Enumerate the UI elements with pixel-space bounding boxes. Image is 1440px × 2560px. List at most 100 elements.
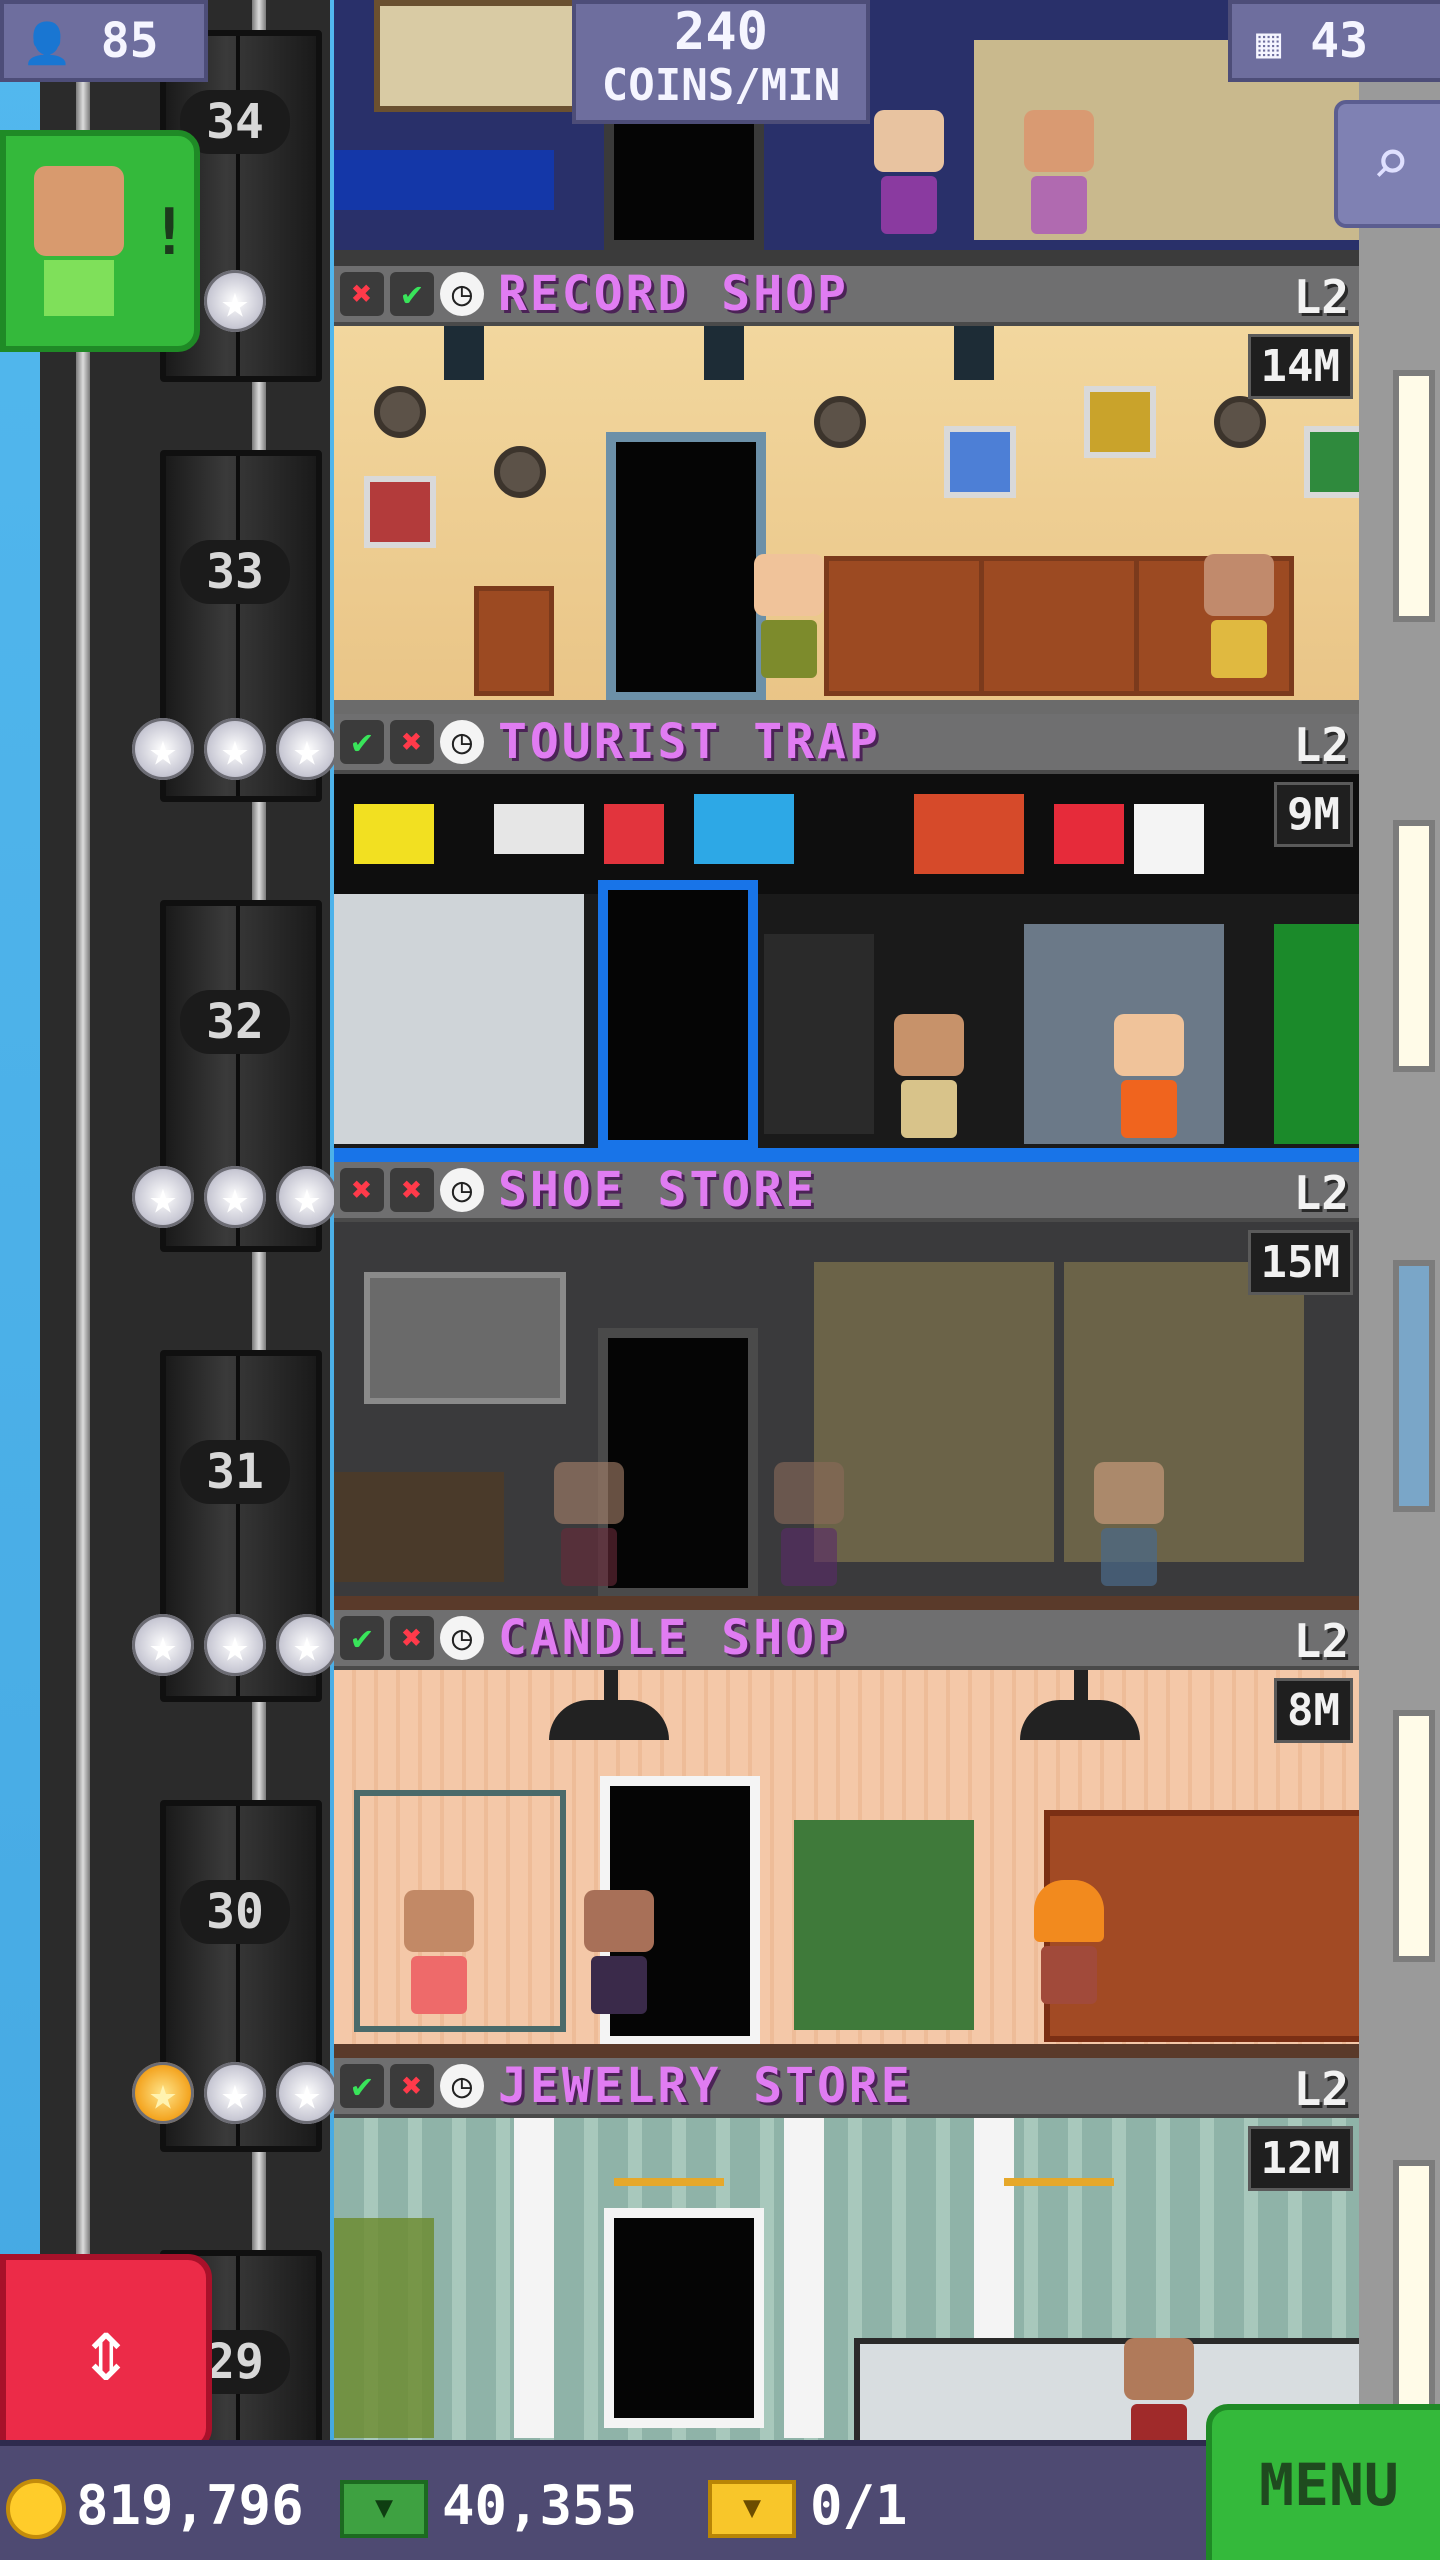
column	[784, 2118, 824, 2438]
arcade-machine	[764, 934, 874, 1134]
bitizen[interactable]	[404, 1890, 474, 2020]
shop-room	[334, 2118, 1359, 2440]
clock-icon: ◷	[440, 720, 484, 764]
floor-earnings: 14M	[1247, 334, 1353, 399]
up-down-arrows-icon: ⇕	[79, 2298, 133, 2401]
shop-level: L2	[1293, 270, 1349, 324]
stock-status: ✔ ✖ ◷	[340, 1616, 484, 1660]
star-icon: ★	[204, 718, 266, 780]
coins-value: 819,796	[76, 2474, 304, 2537]
star-icon: ★	[276, 2062, 338, 2124]
window	[1393, 2160, 1435, 2412]
bitizen[interactable]	[1124, 2338, 1194, 2440]
floor-number: 33	[180, 540, 290, 604]
gold-star-icon: ★	[132, 2062, 194, 2124]
bitizen[interactable]	[1114, 1014, 1184, 1144]
bitizen[interactable]	[554, 1462, 624, 1592]
building-grid-icon: ▦	[1256, 18, 1282, 67]
in-stock-icon: ✔	[340, 1616, 384, 1660]
window	[1393, 370, 1435, 622]
floor-number: 32	[180, 990, 290, 1054]
floor-number: 30	[180, 1880, 290, 1944]
floor-earnings: 15M	[1247, 1230, 1353, 1295]
floor-stars: ★ ★ ★	[132, 2062, 338, 2128]
star-icon: ★	[204, 1166, 266, 1228]
star-icon: ★	[204, 1614, 266, 1676]
window	[1393, 1710, 1435, 1962]
golden-ticket-icon: ▼	[708, 2480, 796, 2539]
coins-stat[interactable]: 819,796	[6, 2474, 304, 2540]
floor-record-shop[interactable]: ✖ ✔ ◷ RECORD SHOP L2 14M	[334, 266, 1359, 714]
star-icon: ★	[132, 718, 194, 780]
floor-stars: ★ ★ ★	[132, 1166, 338, 1232]
clock-icon: ◷	[440, 1168, 484, 1212]
stock-status: ✔ ✖ ◷	[340, 720, 484, 764]
floor-door	[598, 880, 758, 1150]
floor-header: ✔ ✖ ◷ JEWELRY STORE L2	[334, 2058, 1359, 2118]
shirt-rack	[1274, 924, 1359, 1144]
floors-counter[interactable]: ▦ 43	[1228, 0, 1440, 82]
shop-name: RECORD SHOP	[498, 266, 849, 322]
stock-status: ✔ ✖ ◷	[340, 2064, 484, 2108]
elevator-rail	[76, 0, 90, 2440]
wall-frame	[944, 426, 1016, 498]
window	[1393, 1260, 1435, 1512]
bitizen[interactable]	[894, 1014, 964, 1144]
stock-status: ✖ ✖ ◷	[340, 1168, 484, 1212]
tickets-stat[interactable]: ▼ 0/1	[708, 2474, 908, 2539]
population-counter[interactable]: 👤 85	[0, 0, 208, 82]
bitizen[interactable]	[1024, 110, 1094, 240]
elevator-shaft[interactable]: 34 33 32 31 30 29 ★ ★ ★ ★ ★ ★ ★ ★ ★ ★ ★ …	[40, 0, 338, 2560]
out-of-stock-icon: ✖	[340, 1168, 384, 1212]
star-icon: ★	[276, 1166, 338, 1228]
record-rack	[979, 556, 1139, 696]
wall-frame	[364, 476, 436, 548]
shop-room	[334, 326, 1359, 714]
bux-value: 40,355	[442, 2474, 638, 2537]
shop-level: L2	[1293, 2062, 1349, 2116]
shoe-wall	[814, 1262, 1054, 1562]
shop-name: JEWELRY STORE	[498, 2058, 913, 2114]
person-icon: 👤	[22, 21, 72, 67]
bitizen[interactable]	[1204, 554, 1274, 684]
floor-jewelry-store[interactable]: ✔ ✖ ◷ JEWELRY STORE L2 12M	[334, 2058, 1359, 2440]
window	[1393, 820, 1435, 1072]
floor-shoe-store[interactable]: ✖ ✖ ◷ SHOE STORE L2 15M	[334, 1162, 1359, 1610]
elevator-button[interactable]: ⇕	[0, 2254, 212, 2452]
bitizen[interactable]	[754, 554, 824, 684]
floor-earnings: 8M	[1274, 1678, 1353, 1743]
zoom-button[interactable]: ⌕	[1334, 100, 1440, 228]
floor-tourist-trap[interactable]: ✔ ✖ ◷ TOURIST TRAP L2 9M	[334, 714, 1359, 1162]
ceiling-lamp	[549, 1700, 669, 1740]
wall-frame	[1304, 426, 1359, 498]
bitizen[interactable]	[1094, 1462, 1164, 1592]
floor-stars: ★ ★ ★	[132, 1614, 338, 1680]
menu-button[interactable]: MENU	[1206, 2404, 1440, 2560]
game-screen: 34 33 32 31 30 29 ★ ★ ★ ★ ★ ★ ★ ★ ★ ★ ★ …	[0, 0, 1440, 2560]
wall-picture	[374, 0, 586, 112]
bitizen[interactable]	[874, 110, 944, 240]
in-stock-icon: ✔	[340, 2064, 384, 2108]
star-icon: ★	[204, 2062, 266, 2124]
out-of-stock-icon: ✖	[390, 1168, 434, 1212]
stock-status: ✖ ✔ ◷	[340, 272, 484, 316]
floor-header: ✖ ✔ ◷ RECORD SHOP L2	[334, 266, 1359, 326]
floor-candle-shop[interactable]: ✔ ✖ ◷ CANDLE SHOP L2 8M	[334, 1610, 1359, 2058]
counter	[334, 150, 554, 210]
record-rack	[824, 556, 984, 696]
floors-value: 43	[1310, 13, 1368, 69]
chandelier	[614, 2118, 724, 2186]
shop-name: CANDLE SHOP	[498, 1610, 849, 1666]
shop-room	[334, 774, 1359, 1162]
bux-stat[interactable]: ▼ 40,355	[340, 2474, 638, 2539]
star-icon: ★	[276, 718, 338, 780]
clock-icon: ◷	[440, 1616, 484, 1660]
visitor-notification-button[interactable]: !	[0, 130, 200, 352]
tower: ✖ ✔ ◷ RECORD SHOP L2 14M ✔ ✖ ◷ TOURIST T…	[334, 0, 1359, 2440]
bitizen-worker[interactable]	[1034, 1880, 1104, 2010]
checkout-counter	[334, 1472, 504, 1582]
bitizen[interactable]	[584, 1890, 654, 2020]
floor-header: ✖ ✖ ◷ SHOE STORE L2	[334, 1162, 1359, 1222]
bitizen[interactable]	[774, 1462, 844, 1592]
floor-stars: ★	[204, 270, 266, 336]
